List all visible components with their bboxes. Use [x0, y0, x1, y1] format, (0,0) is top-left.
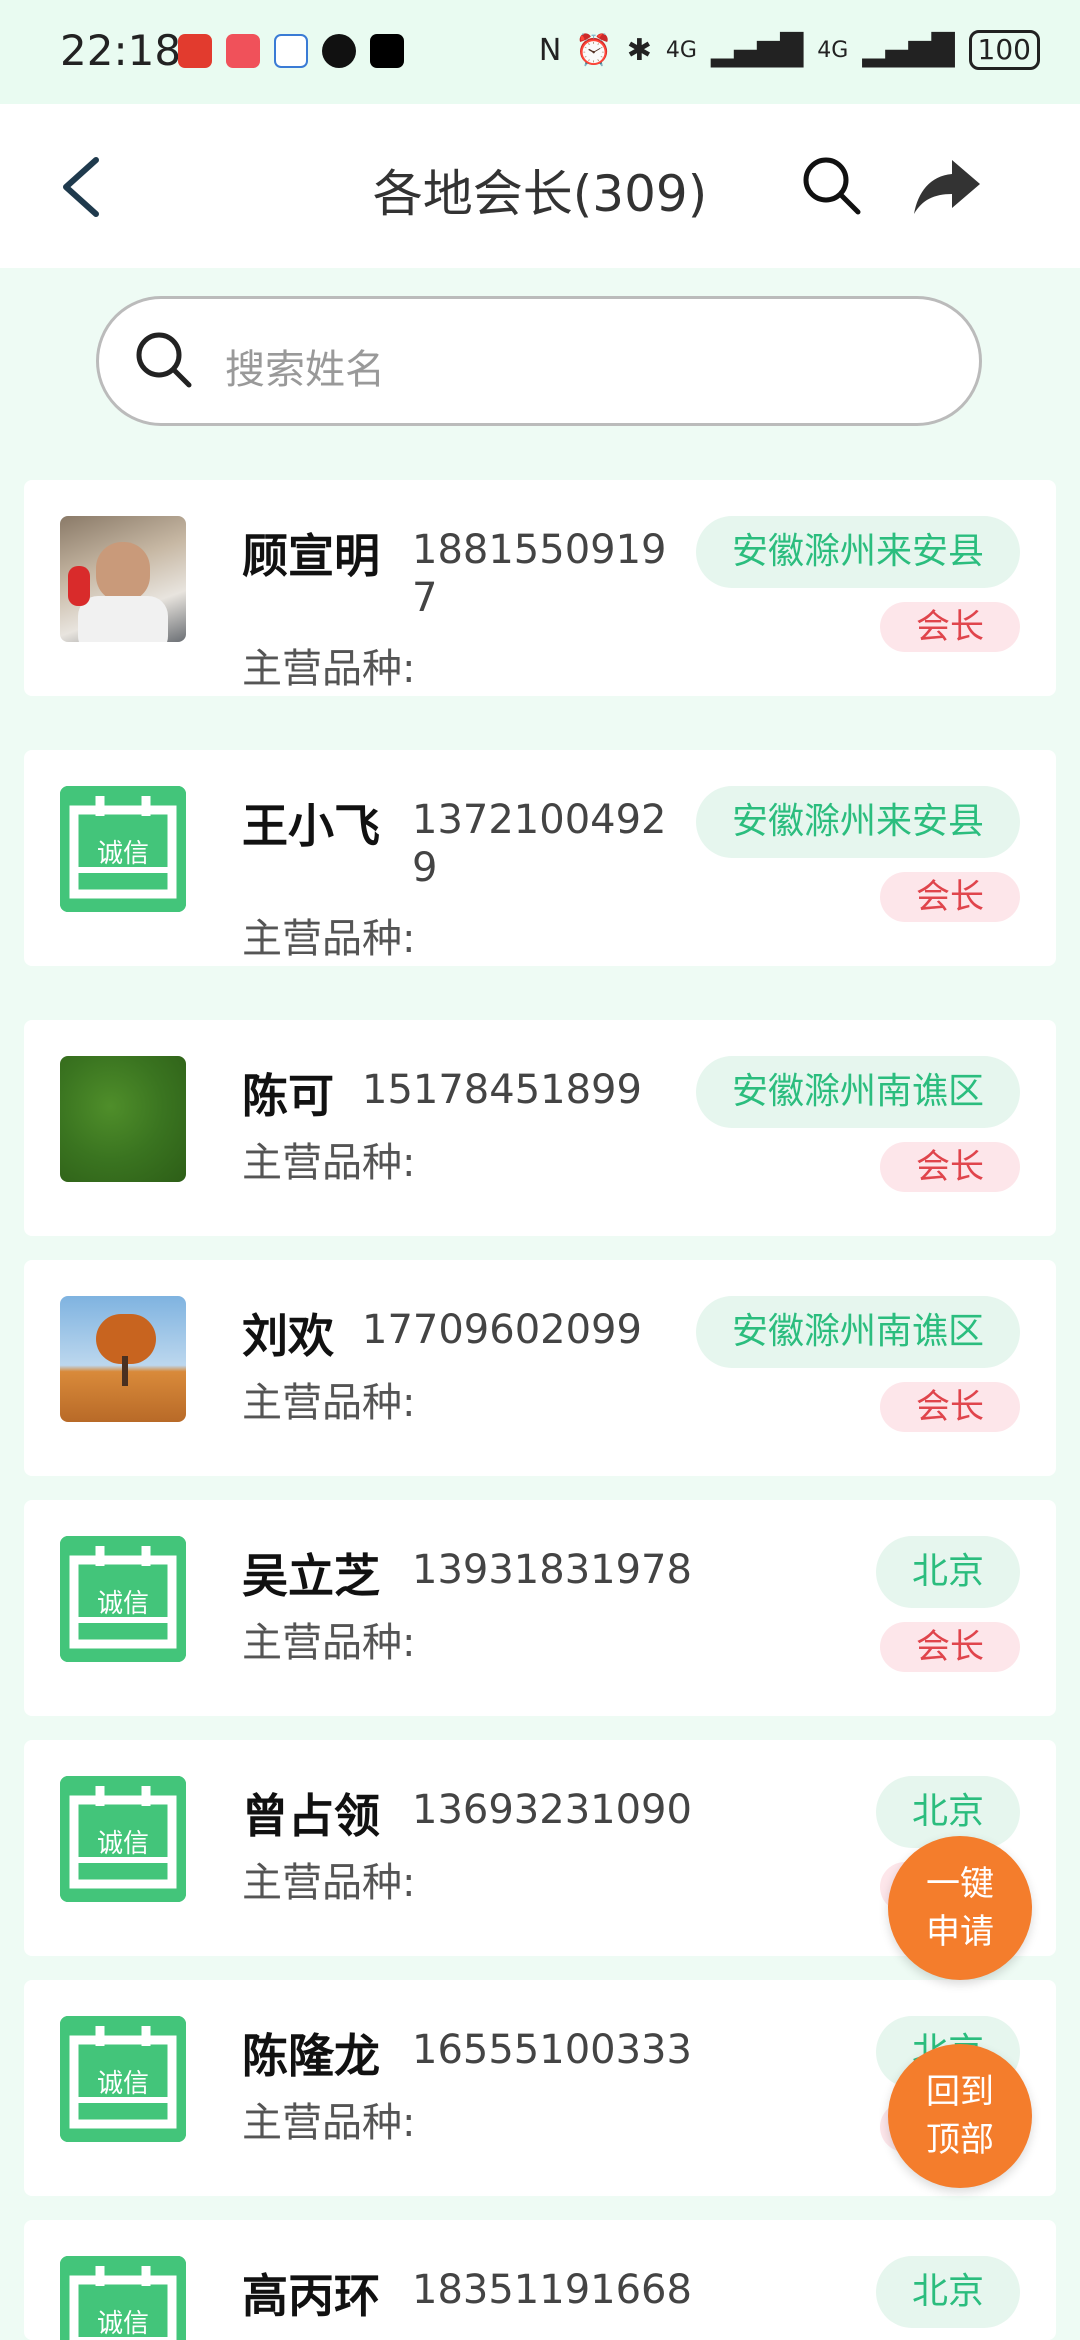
avatar: 诚信 — [60, 1776, 186, 1902]
member-name: 曾占领 — [242, 1789, 380, 1843]
qq-icon — [322, 34, 356, 68]
phone-line: 13693231090 — [412, 1787, 692, 1833]
member-name: 高丙环 — [242, 2269, 380, 2323]
integrity-logo-icon: 诚信 — [60, 786, 186, 912]
logo-text: 诚信 — [97, 839, 149, 869]
list-item[interactable]: 刘欢 17709602099 主营品种: 安徽滁州南谯区 会长 — [24, 1260, 1056, 1476]
member-name: 吴立芝 — [242, 1549, 380, 1603]
avatar: 诚信 — [60, 2016, 186, 2142]
notification-icons — [178, 34, 404, 68]
member-phone[interactable]: 18351191668 — [412, 2266, 692, 2314]
avatar: 诚信 — [60, 2256, 186, 2340]
phone-line: 7 — [412, 575, 438, 621]
avatar — [60, 1296, 186, 1422]
main-variety-label: 主营品种: — [242, 916, 416, 962]
main-variety-label: 主营品种: — [242, 646, 416, 692]
list-item[interactable]: 陈可 15178451899 主营品种: 安徽滁州南谯区 会长 — [24, 1020, 1056, 1236]
nfc-icon: N — [538, 32, 562, 68]
logo-text: 诚信 — [97, 1589, 149, 1619]
list-item[interactable]: 诚信 高丙环 18351191668 北京 — [24, 2220, 1056, 2340]
region-tag: 安徽滁州来安县 — [695, 786, 1020, 858]
back-to-top-button[interactable]: 回到 顶部 — [888, 2044, 1032, 2188]
logo-text: 诚信 — [97, 1829, 149, 1859]
avatar — [60, 1056, 186, 1182]
member-phone[interactable]: 15178451899 — [362, 1066, 642, 1114]
one-click-apply-button[interactable]: 一键 申请 — [888, 1836, 1032, 1980]
integrity-logo-icon: 诚信 — [60, 1776, 186, 1902]
member-name: 陈隆龙 — [242, 2029, 380, 2083]
search-icon[interactable] — [800, 154, 864, 218]
logo-text: 诚信 — [97, 2069, 149, 2099]
integrity-logo-icon: 诚信 — [60, 1536, 186, 1662]
app-header: 各地会长(309) — [0, 104, 1080, 268]
role-tag: 会长 — [880, 1622, 1020, 1672]
moji-weather-icon — [370, 34, 404, 68]
phone-line: 16555100333 — [412, 2027, 692, 2073]
bird-app-icon — [274, 34, 308, 68]
avatar: 诚信 — [60, 1536, 186, 1662]
fab-label: 申请 — [926, 1912, 994, 1952]
list-item[interactable]: 诚信 王小飞 1372100492 9 主营品种: 安徽滁州来安县 会长 — [24, 750, 1056, 966]
main-variety-label: 主营品种: — [242, 1380, 416, 1426]
logo-text: 诚信 — [97, 2309, 149, 2339]
phone-line: 15178451899 — [362, 1067, 642, 1113]
signal-icon: ▂▄▆█ — [862, 32, 955, 68]
list-item[interactable]: 诚信 吴立芝 13931831978 主营品种: 北京 会长 — [24, 1500, 1056, 1716]
share-icon[interactable] — [912, 156, 982, 216]
region-tag: 北京 — [875, 2256, 1020, 2328]
battery-indicator: 100 — [968, 30, 1040, 70]
signal-1-label: 4G — [665, 37, 697, 63]
main-variety-label: 主营品种: — [242, 1140, 416, 1186]
member-phone[interactable]: 16555100333 — [412, 2026, 692, 2074]
phone-line: 13931831978 — [412, 1547, 692, 1593]
member-name: 顾宣明 — [242, 529, 380, 583]
search-placeholder: 搜索姓名 — [225, 347, 385, 393]
member-phone[interactable]: 1881550919 7 — [412, 526, 667, 622]
integrity-logo-icon: 诚信 — [60, 2256, 186, 2340]
fab-label: 顶部 — [926, 2120, 994, 2160]
member-phone[interactable]: 17709602099 — [362, 1306, 642, 1354]
status-bar: 22:18 N ⏰ ✱ 4G ▂▄▆█ 4G ▂▄▆█ 100 — [0, 0, 1080, 104]
status-time: 22:18 — [60, 26, 182, 75]
role-tag: 会长 — [880, 1142, 1020, 1192]
phone-line: 1881550919 — [412, 527, 667, 573]
main-variety-label: 主营品种: — [242, 2100, 416, 2146]
bluetooth-icon: ✱ — [626, 32, 652, 68]
phone-line: 1372100492 — [412, 797, 667, 843]
signal-2-label: 4G — [817, 37, 849, 63]
role-tag: 会长 — [880, 602, 1020, 652]
phone-line: 17709602099 — [362, 1307, 642, 1353]
member-name: 陈可 — [242, 1069, 334, 1123]
avatar: 诚信 — [60, 786, 186, 912]
member-name: 王小飞 — [242, 799, 380, 853]
main-variety-label: 主营品种: — [242, 1860, 416, 1906]
region-tag: 北京 — [875, 1536, 1020, 1608]
role-tag: 会长 — [880, 1382, 1020, 1432]
huawei-app-icon — [226, 34, 260, 68]
signal-icon: ▂▄▆█ — [710, 32, 804, 68]
search-bar[interactable]: 搜索姓名 — [96, 296, 982, 426]
search-icon — [136, 332, 192, 388]
list-item[interactable]: 顾宣明 1881550919 7 主营品种: 安徽滁州来安县 会长 — [24, 480, 1056, 696]
member-phone[interactable]: 1372100492 9 — [412, 796, 667, 892]
fab-label: 一键 — [926, 1864, 994, 1904]
party-app-icon — [178, 34, 212, 68]
main-variety-label: 主营品种: — [242, 1620, 416, 1666]
alarm-icon: ⏰ — [575, 32, 613, 68]
member-phone[interactable]: 13693231090 — [412, 1786, 692, 1834]
phone-line: 18351191668 — [412, 2267, 692, 2313]
region-tag: 安徽滁州来安县 — [695, 516, 1020, 588]
region-tag: 安徽滁州南谯区 — [695, 1056, 1020, 1128]
member-name: 刘欢 — [242, 1309, 334, 1363]
system-icons: N ⏰ ✱ 4G ▂▄▆█ 4G ▂▄▆█ 100 — [539, 30, 1040, 70]
integrity-logo-icon: 诚信 — [60, 2016, 186, 2142]
avatar — [60, 516, 186, 642]
member-phone[interactable]: 13931831978 — [412, 1546, 692, 1594]
role-tag: 会长 — [880, 872, 1020, 922]
phone-line: 9 — [412, 845, 438, 891]
region-tag: 安徽滁州南谯区 — [695, 1296, 1020, 1368]
fab-label: 回到 — [926, 2072, 994, 2112]
